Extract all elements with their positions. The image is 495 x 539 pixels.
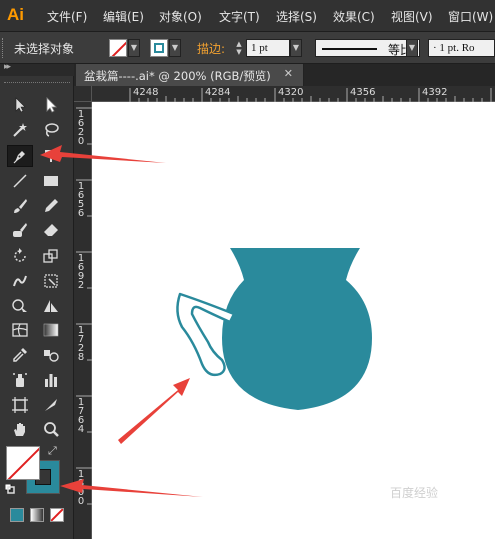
pencil-tool-icon[interactable] [38,195,64,217]
stroke-weight-dropdown[interactable]: ▼ [290,39,302,57]
stroke-label[interactable]: 描边: [197,40,225,57]
stroke-dropdown[interactable]: ▼ [169,39,181,57]
control-bar: 未选择对象 ▼ ▼ 描边: ▲ ▼ 1 pt ▼ 等比 ▼ · 1 pt. Ro [0,32,495,64]
rectangle-tool-icon[interactable] [38,170,64,192]
toolbox: ▸▸ ⤢ [0,62,74,539]
selection-tool-icon[interactable] [7,94,33,116]
menu-effect[interactable]: 效果(C) [333,8,375,25]
eyedropper-tool-icon[interactable] [7,344,33,366]
control-bar-grip[interactable] [2,38,6,58]
pen-tool-icon[interactable] [7,145,33,167]
magic-wand-tool-icon[interactable] [7,119,33,141]
menu-edit[interactable]: 编辑(E) [103,8,144,25]
menu-type[interactable]: 文字(T) [219,8,260,25]
ruler-label: 1656 [77,181,85,219]
pot-body[interactable] [222,248,372,410]
symbol-sprayer-tool-icon[interactable] [7,369,33,391]
stroke-weight-stepper[interactable]: ▲ ▼ [233,40,245,56]
ruler-label: 4284 [205,87,231,98]
close-icon[interactable]: ✕ [284,67,293,80]
ruler-label: 1620 [77,109,85,147]
toolbox-grip[interactable] [4,82,70,88]
stroke-swatch[interactable] [150,39,168,57]
collapse-chevron-icon[interactable]: ▸▸ [4,62,11,72]
artboard-canvas[interactable] [92,102,495,539]
mesh-tool-icon[interactable] [7,319,33,341]
scale-tool-icon[interactable] [38,245,64,267]
eraser-tool-icon[interactable] [38,219,64,241]
fill-swatch[interactable] [109,39,127,57]
zoom-tool-icon[interactable] [38,418,64,440]
ruler-label: 4356 [350,87,376,98]
app-logo: Ai [7,5,24,24]
menu-select[interactable]: 选择(S) [276,8,317,25]
selection-status: 未选择对象 [14,42,75,56]
type-tool-icon[interactable] [38,145,64,167]
color-mode-button[interactable] [10,508,24,522]
line-segment-tool-icon[interactable] [7,170,33,192]
menu-bar: Ai 文件(F) 编辑(E) 对象(O) 文字(T) 选择(S) 效果(C) 视… [0,0,495,32]
blend-tool-icon[interactable] [38,344,64,366]
hand-tool-icon[interactable] [7,418,33,440]
stroke-profile-select[interactable]: 等比 [315,39,420,57]
rotate-tool-icon[interactable] [7,245,33,267]
ruler-label: 4248 [133,87,159,98]
vertical-ruler[interactable]: 1620 1656 1692 1728 1764 1800 [74,102,92,539]
ruler-label: 1692 [77,253,85,291]
gradient-tool-icon[interactable] [38,319,64,341]
stroke-weight-input[interactable]: 1 pt [246,39,290,57]
direct-selection-tool-icon[interactable] [38,94,64,116]
watermark: 百度经验 [390,486,439,500]
fill-color-box[interactable] [6,446,40,480]
warp-tool-icon[interactable] [7,270,33,292]
document-tab-bar: 盆栽篇----.ai* @ 200% (RGB/预览) ✕ [74,64,495,86]
document-tab-title: 盆栽篇----.ai* @ 200% (RGB/预览) [84,69,271,83]
profile-line-icon [322,48,377,50]
artboard-tool-icon[interactable] [7,394,33,416]
swap-fill-stroke-icon[interactable]: ⤢ [48,444,57,458]
ruler-origin[interactable] [74,86,92,102]
toolbox-header[interactable]: ▸▸ [0,62,74,76]
column-graph-tool-icon[interactable] [38,369,64,391]
menu-file[interactable]: 文件(F) [47,8,87,25]
menu-object[interactable]: 对象(O) [159,8,202,25]
none-mode-button[interactable] [50,508,64,522]
ruler-label: 4392 [422,87,448,98]
ruler-label: 1728 [77,325,85,363]
artwork [176,248,372,410]
horizontal-ruler[interactable]: 4248 4284 4320 4356 4392 [92,86,495,102]
brush-definition-input[interactable]: · 1 pt. Ro [428,39,495,57]
fill-dropdown[interactable]: ▼ [128,39,140,57]
ruler-label: 4320 [278,87,304,98]
gradient-mode-button[interactable] [30,508,44,522]
free-transform-tool-icon[interactable] [38,270,64,292]
default-fill-stroke-icon[interactable] [5,484,15,494]
ruler-label: 1764 [77,397,85,435]
perspective-grid-tool-icon[interactable] [38,295,64,317]
menu-view[interactable]: 视图(V) [391,8,433,25]
blob-brush-tool-icon[interactable] [7,219,33,241]
slice-tool-icon[interactable] [38,394,64,416]
menu-window[interactable]: 窗口(W) [448,8,493,25]
shape-builder-tool-icon[interactable] [7,295,33,317]
stroke-square-icon [154,43,164,53]
none-slash-icon [110,40,126,56]
document-tab[interactable]: 盆栽篇----.ai* @ 200% (RGB/预览) ✕ [76,64,304,86]
ruler-label: 1800 [77,469,85,507]
stroke-profile-dropdown[interactable]: ▼ [406,39,418,57]
none-slash-icon [7,447,39,479]
lasso-tool-icon[interactable] [38,119,64,141]
paintbrush-tool-icon[interactable] [7,195,33,217]
